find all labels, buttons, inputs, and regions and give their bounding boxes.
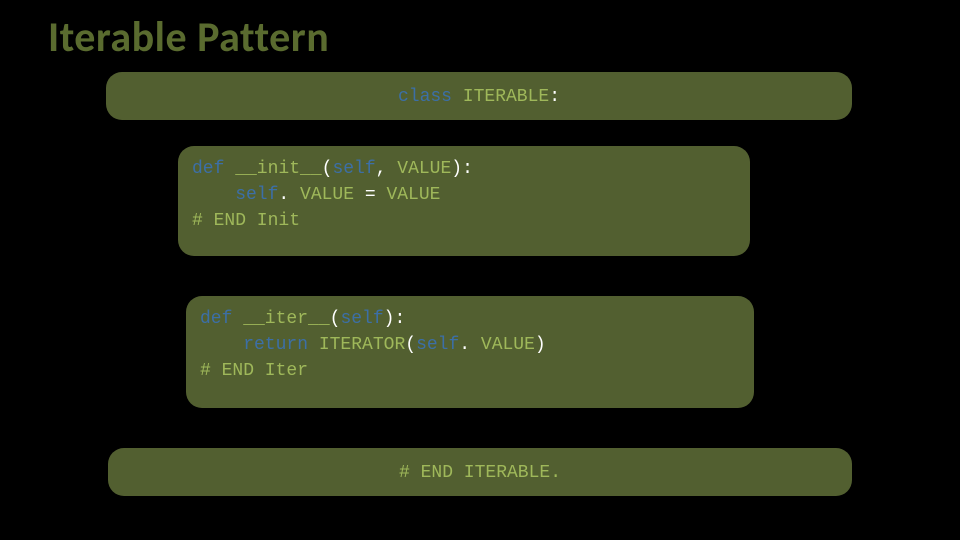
comment-end-iter: # END Iter xyxy=(200,361,308,381)
dot: . xyxy=(459,335,481,355)
value-rhs: VALUE xyxy=(386,185,440,205)
slide-title: Iterable Pattern xyxy=(48,12,329,63)
equals: = xyxy=(354,185,386,205)
code-box-iter: def __iter__(self): return ITERATOR(self… xyxy=(186,296,754,408)
iterator-call: ITERATOR xyxy=(308,335,405,355)
paren-open: ( xyxy=(322,159,333,179)
code-box-init: def __init__(self, VALUE): self. VALUE =… xyxy=(178,146,750,256)
value-param: VALUE xyxy=(397,159,451,179)
kw-def: def xyxy=(200,309,232,329)
kw-class: class xyxy=(398,87,452,107)
self-param: self xyxy=(332,159,375,179)
paren-open: ( xyxy=(405,335,416,355)
paren-open: ( xyxy=(330,309,341,329)
code-box-end: # END ITERABLE. xyxy=(108,448,852,496)
value-attr: VALUE xyxy=(481,335,535,355)
self-ref: self xyxy=(192,185,278,205)
comma: , xyxy=(376,159,398,179)
code-box-class: class ITERABLE: xyxy=(106,72,852,120)
value-attr: VALUE xyxy=(300,185,354,205)
paren-close-colon: ): xyxy=(451,159,473,179)
dot: . xyxy=(278,185,300,205)
self-param: self xyxy=(340,309,383,329)
self-ref: self xyxy=(416,335,459,355)
comment-end-init: # END Init xyxy=(192,211,300,231)
paren-close-colon: ): xyxy=(384,309,406,329)
kw-def: def xyxy=(192,159,224,179)
paren-close: ) xyxy=(535,335,546,355)
space xyxy=(452,87,463,107)
colon: : xyxy=(549,87,560,107)
slide: Iterable Pattern class ITERABLE: def __i… xyxy=(0,0,960,540)
fn-name-iter: __iter__ xyxy=(232,309,329,329)
fn-name-init: __init__ xyxy=(224,159,321,179)
kw-return: return xyxy=(200,335,308,355)
class-name: ITERABLE xyxy=(463,87,549,107)
comment-end-class: # END ITERABLE. xyxy=(399,463,561,483)
